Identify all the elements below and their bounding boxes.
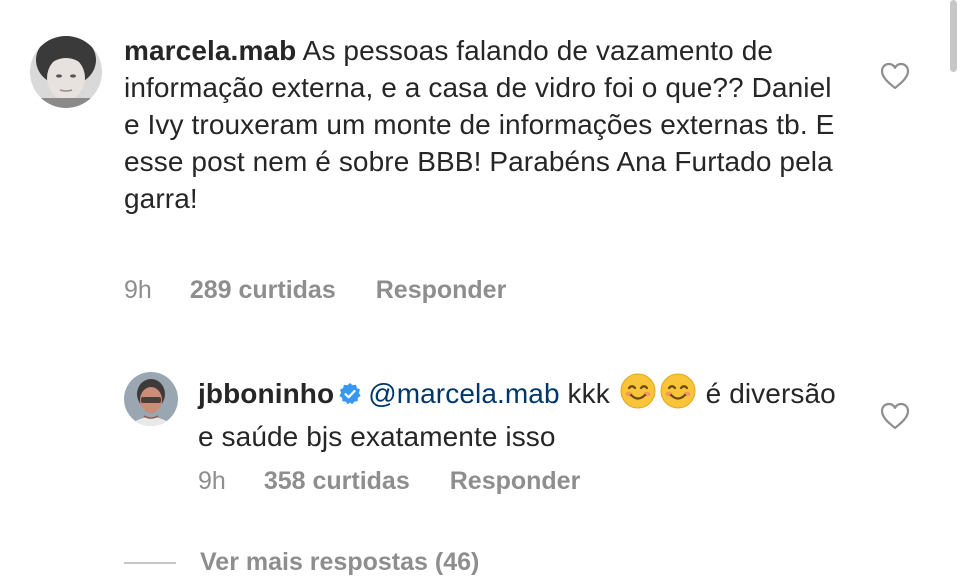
view-more-replies[interactable]: Ver mais respostas (46)	[124, 548, 479, 577]
reply-likes-count[interactable]: 358 curtidas	[264, 467, 410, 496]
reply-timestamp[interactable]: 9h	[198, 467, 226, 496]
comment-meta: 9h 289 curtidas Responder	[124, 276, 506, 305]
avatar-jbboninho[interactable]	[124, 372, 178, 426]
view-more-label[interactable]: Ver mais respostas (46)	[200, 548, 479, 577]
scrollbar[interactable]	[950, 0, 957, 72]
reply-text-before-emoji: kkk	[567, 378, 610, 409]
heart-outline-icon[interactable]	[880, 402, 910, 435]
comment-timestamp[interactable]: 9h	[124, 276, 152, 305]
divider-line	[124, 561, 176, 564]
reply-button[interactable]: Responder	[376, 276, 507, 305]
smiling-face-icon	[660, 373, 696, 418]
smiling-face-icon	[620, 373, 656, 418]
comment-text-block: marcela.mab As pessoas falando de vazame…	[124, 32, 854, 217]
comment-username[interactable]: marcela.mab	[124, 35, 296, 66]
avatar-marcela[interactable]	[30, 36, 102, 108]
reply-meta: 9h 358 curtidas Responder	[198, 467, 580, 496]
comment-likes-count[interactable]: 289 curtidas	[190, 276, 336, 305]
reply-reply-button[interactable]: Responder	[450, 467, 581, 496]
reply-text-block: jbboninho @marcela.mab kkk é diversão e …	[198, 373, 838, 455]
mention-link[interactable]: @marcela.mab	[368, 378, 559, 409]
reply-username[interactable]: jbboninho	[198, 378, 334, 409]
verified-badge-icon	[338, 378, 362, 415]
heart-outline-icon[interactable]	[880, 62, 910, 95]
